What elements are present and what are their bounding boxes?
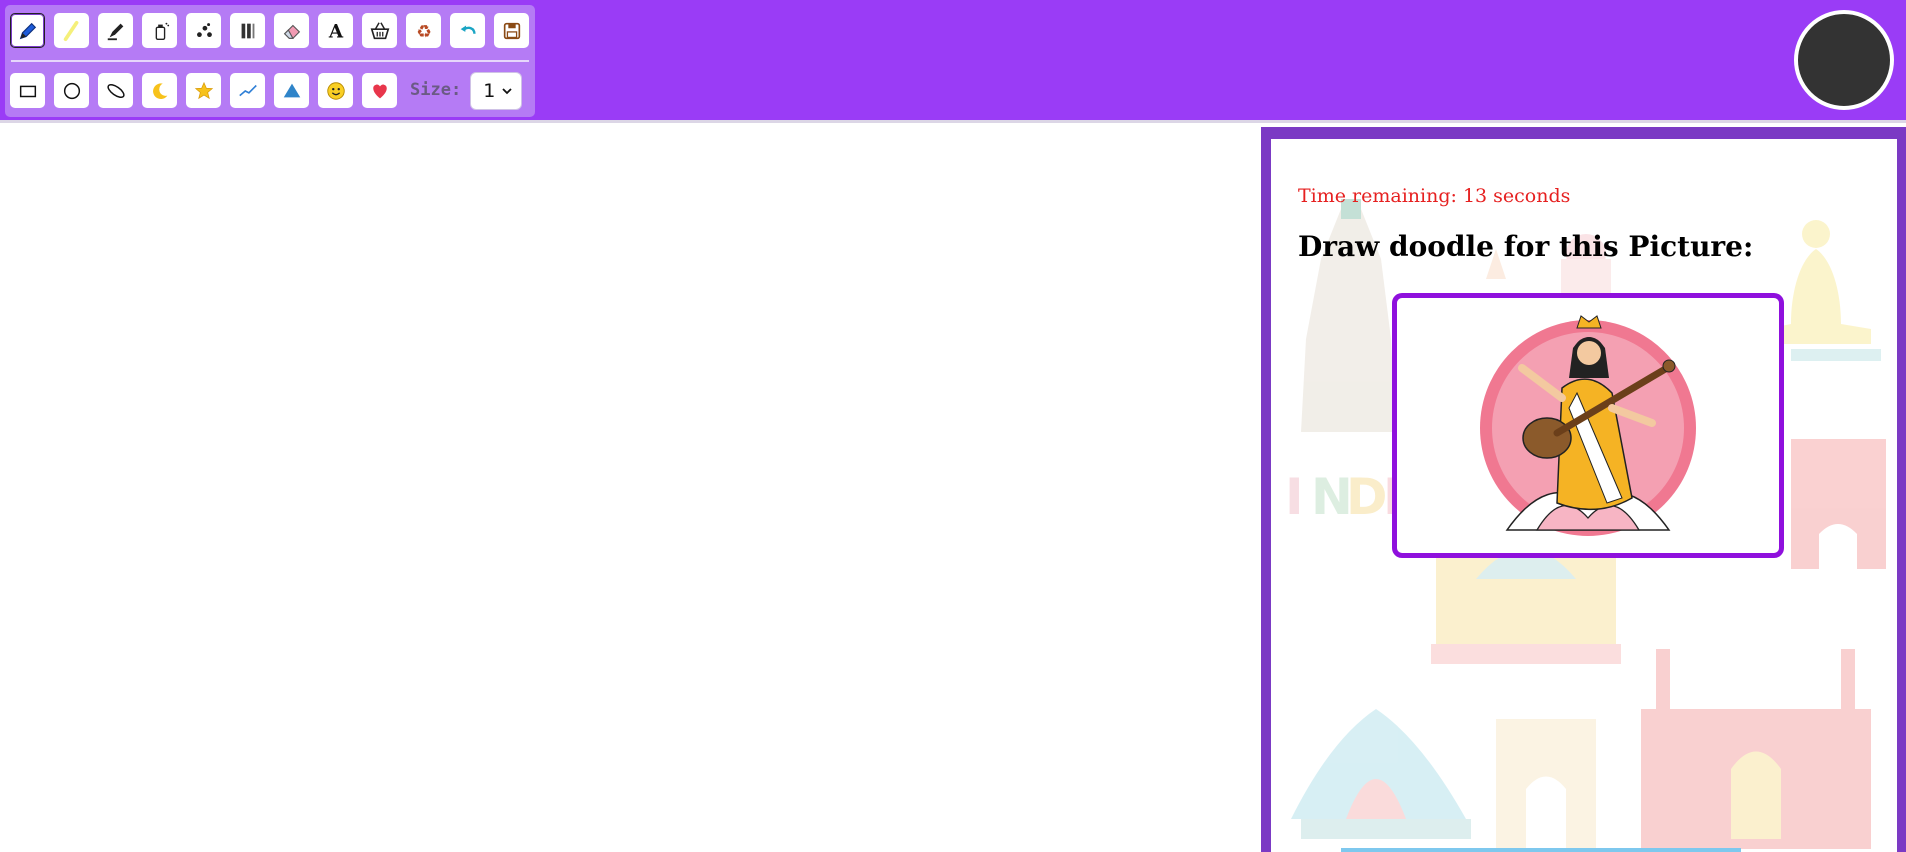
moon-shape-button[interactable]	[142, 73, 177, 108]
tool-divider	[11, 60, 529, 62]
undo-arrow-icon	[460, 25, 476, 34]
line-shape-button[interactable]	[230, 73, 265, 108]
dots-icon	[196, 22, 212, 37]
chevron-down-icon	[502, 88, 512, 95]
prompt-panel: I N D I	[1261, 127, 1906, 852]
svg-text:♻: ♻	[416, 22, 432, 42]
size-select-value: 1	[483, 80, 496, 102]
circle-icon	[63, 82, 80, 99]
spray-can-icon	[155, 22, 169, 40]
top-toolbar-bar: A ♻ Size: 1	[0, 0, 1906, 121]
svg-text:A: A	[327, 21, 343, 42]
svg-text:D: D	[1346, 468, 1388, 526]
circle-shape-button[interactable]	[54, 73, 89, 108]
floppy-disk-icon	[503, 22, 520, 39]
undo-button[interactable]	[450, 13, 485, 48]
text-a-icon: A	[327, 21, 343, 42]
triangle-shape-button[interactable]	[274, 73, 309, 108]
marker-icon	[107, 23, 123, 40]
line-icon	[238, 84, 257, 96]
clear-recycle-button[interactable]: ♻	[406, 13, 441, 48]
eraser-tool-button[interactable]	[274, 13, 309, 48]
svg-text:I: I	[1285, 468, 1304, 526]
pen-icon	[19, 22, 36, 39]
prompt-panel-content: I N D I	[1271, 139, 1897, 852]
highlighter-tool-button[interactable]	[54, 13, 89, 48]
eraser-icon	[283, 24, 300, 39]
text-tool-button[interactable]: A	[318, 13, 353, 48]
tool-palette: A ♻ Size: 1	[5, 5, 535, 117]
size-label: Size:	[410, 80, 462, 100]
triangle-icon	[283, 83, 300, 97]
pattern-brush-button[interactable]	[230, 13, 265, 48]
basket-icon	[370, 21, 389, 39]
pattern-brush-icon	[241, 23, 254, 38]
size-select[interactable]: 1	[470, 72, 523, 110]
ellipse-icon	[106, 83, 125, 98]
spray-tool-button[interactable]	[142, 13, 177, 48]
smiley-shape-button[interactable]	[318, 73, 353, 108]
time-remaining-text: Time remaining: 13 seconds	[1298, 185, 1571, 207]
drawing-canvas[interactable]	[0, 123, 1260, 852]
heart-shape-button[interactable]	[362, 73, 397, 108]
bottom-accent-strip	[1341, 848, 1741, 852]
marker-tool-button[interactable]	[98, 13, 133, 48]
star-icon	[194, 81, 213, 99]
reference-picture-frame	[1392, 293, 1784, 558]
dots-tool-button[interactable]	[186, 13, 221, 48]
pen-tool-button[interactable]	[10, 13, 45, 48]
star-shape-button[interactable]	[186, 73, 221, 108]
highlighter-icon	[63, 20, 78, 41]
heart-icon	[372, 84, 387, 98]
prompt-title: Draw doodle for this Picture:	[1298, 230, 1754, 263]
tool-row-drawing: A ♻	[10, 13, 529, 48]
ellipse-shape-button[interactable]	[98, 73, 133, 108]
saraswati-illustration	[1480, 315, 1696, 536]
save-button[interactable]	[494, 13, 529, 48]
fill-bucket-button[interactable]	[362, 13, 397, 48]
tool-row-shapes: Size: 1	[10, 72, 523, 110]
rectangle-shape-button[interactable]	[10, 73, 45, 108]
recycle-icon: ♻	[416, 22, 432, 42]
rectangle-icon	[19, 85, 36, 97]
smiley-icon	[326, 81, 345, 100]
crescent-moon-icon	[152, 82, 167, 99]
user-avatar[interactable]	[1794, 10, 1894, 110]
